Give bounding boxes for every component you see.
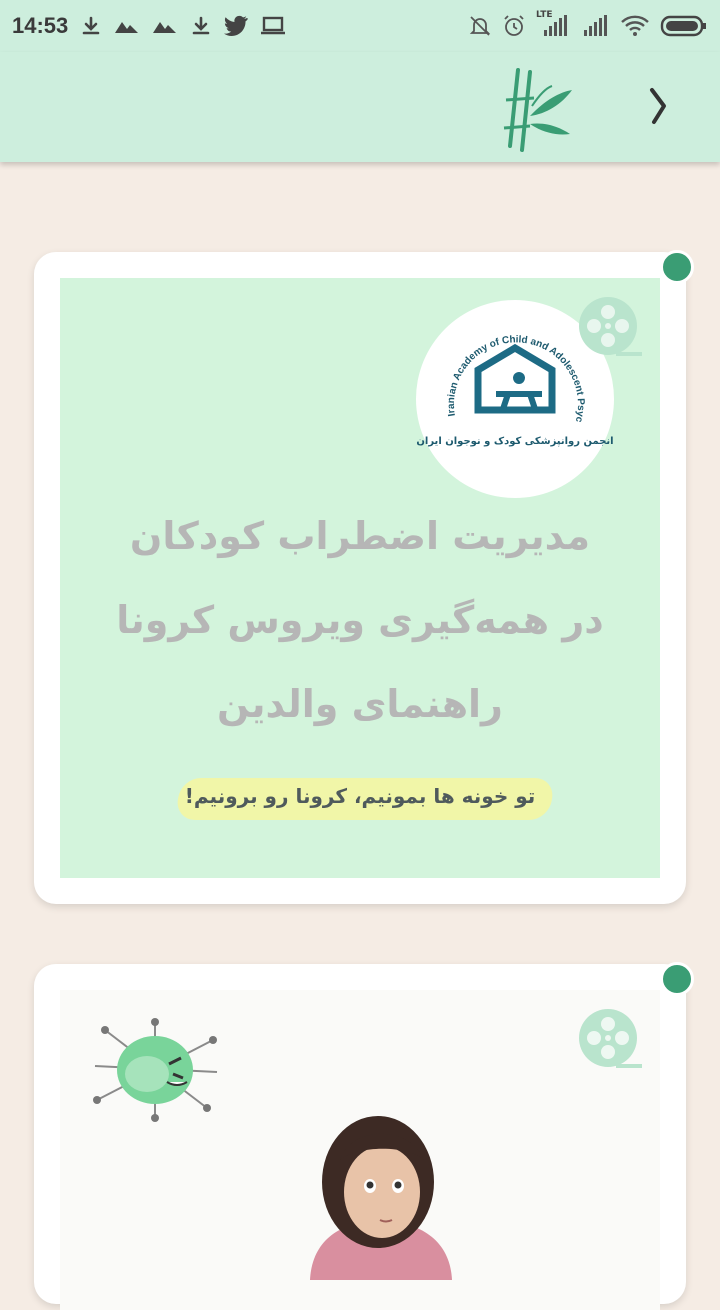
back-button[interactable]: [636, 80, 680, 136]
film-reel-icon: [579, 1009, 642, 1068]
film-reel-icon: [578, 296, 644, 366]
laptop-icon: [260, 16, 286, 36]
status-dot: [660, 962, 694, 996]
status-dot: [660, 250, 694, 284]
battery-icon: [660, 14, 708, 38]
card-thumbnail[interactable]: Iranian Academy of Child and Adolescent …: [60, 278, 660, 878]
chevron-right-icon: [648, 86, 668, 130]
video-card[interactable]: Iranian Academy of Child and Adolescent …: [34, 250, 694, 904]
twitter-icon: [224, 15, 249, 37]
tagline: تو خونه ها بمونیم، کرونا رو برونیم!: [184, 784, 536, 808]
emblem-ring-text: Iranian Academy of Child and Adolescent …: [416, 300, 586, 424]
status-bar: 14:53 LTE: [0, 0, 720, 52]
video-card[interactable]: [34, 962, 694, 1310]
download-icon: [80, 15, 102, 37]
emblem-text: انجمن روانپزشکی کودک و نوجوان ایران: [416, 436, 614, 447]
signal-icon: LTE: [536, 10, 572, 38]
bell-off-icon: [468, 14, 492, 38]
wifi-icon: [620, 14, 650, 38]
card-thumbnail[interactable]: [60, 990, 660, 1310]
headline-line-2: در همه‌گیری ویروس کرونا: [116, 598, 604, 642]
app-bar: [0, 52, 720, 162]
mountain-icon: [152, 16, 178, 36]
status-time: 14:53: [12, 13, 69, 38]
download-icon: [190, 15, 212, 37]
headline-line-1: مدیریت اضطراب کودکان: [129, 514, 591, 558]
signal-icon: [582, 14, 610, 38]
bamboo-logo-icon: [500, 64, 580, 158]
headline-line-3: راهنمای والدین: [217, 682, 503, 726]
network-label: LTE: [536, 10, 553, 20]
alarm-icon: [502, 14, 526, 38]
svg-text:Iranian Academy of Child and A: Iranian Academy of Child and Adolescent …: [416, 300, 586, 424]
virus-and-child-illustration: [60, 990, 660, 1310]
mountain-icon: [114, 16, 140, 36]
